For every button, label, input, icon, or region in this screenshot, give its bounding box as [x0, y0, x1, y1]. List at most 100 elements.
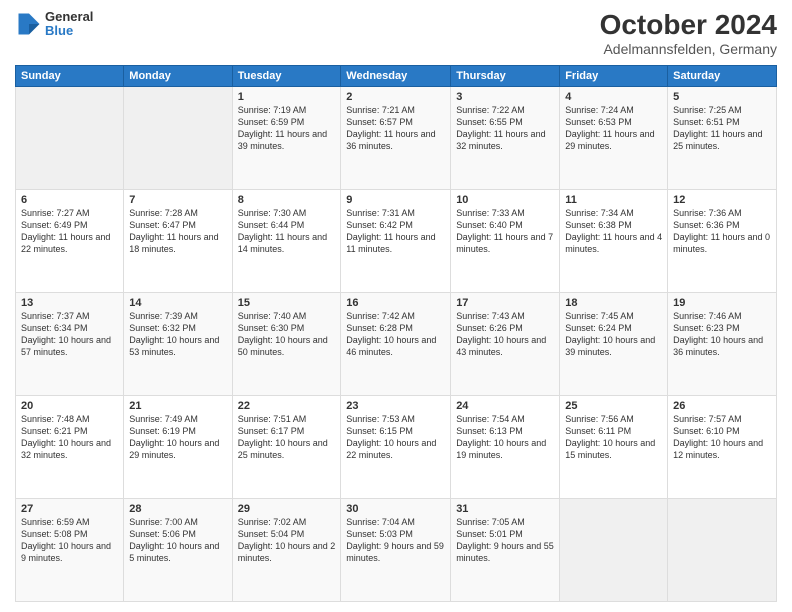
day-cell: 24Sunrise: 7:54 AM Sunset: 6:13 PM Dayli… [451, 395, 560, 498]
day-info: Sunrise: 7:21 AM Sunset: 6:57 PM Dayligh… [346, 104, 445, 153]
day-info: Sunrise: 7:49 AM Sunset: 6:19 PM Dayligh… [129, 413, 226, 462]
day-cell: 3Sunrise: 7:22 AM Sunset: 6:55 PM Daylig… [451, 86, 560, 189]
day-cell: 13Sunrise: 7:37 AM Sunset: 6:34 PM Dayli… [16, 292, 124, 395]
day-info: Sunrise: 7:04 AM Sunset: 5:03 PM Dayligh… [346, 516, 445, 565]
title-block: October 2024 Adelmannsfelden, Germany [600, 10, 777, 57]
day-info: Sunrise: 7:36 AM Sunset: 6:36 PM Dayligh… [673, 207, 771, 256]
day-cell: 19Sunrise: 7:46 AM Sunset: 6:23 PM Dayli… [668, 292, 777, 395]
logo-line2: Blue [45, 24, 93, 38]
day-info: Sunrise: 7:27 AM Sunset: 6:49 PM Dayligh… [21, 207, 118, 256]
calendar-subtitle: Adelmannsfelden, Germany [600, 41, 777, 57]
day-info: Sunrise: 7:25 AM Sunset: 6:51 PM Dayligh… [673, 104, 771, 153]
day-info: Sunrise: 7:56 AM Sunset: 6:11 PM Dayligh… [565, 413, 662, 462]
calendar-table: SundayMondayTuesdayWednesdayThursdayFrid… [15, 65, 777, 602]
header-cell-friday: Friday [560, 65, 668, 86]
day-info: Sunrise: 7:24 AM Sunset: 6:53 PM Dayligh… [565, 104, 662, 153]
day-info: Sunrise: 7:02 AM Sunset: 5:04 PM Dayligh… [238, 516, 336, 565]
day-cell: 15Sunrise: 7:40 AM Sunset: 6:30 PM Dayli… [232, 292, 341, 395]
day-info: Sunrise: 7:31 AM Sunset: 6:42 PM Dayligh… [346, 207, 445, 256]
day-info: Sunrise: 7:28 AM Sunset: 6:47 PM Dayligh… [129, 207, 226, 256]
header-cell-wednesday: Wednesday [341, 65, 451, 86]
day-number: 5 [673, 91, 771, 103]
day-cell: 29Sunrise: 7:02 AM Sunset: 5:04 PM Dayli… [232, 498, 341, 601]
day-number: 29 [238, 503, 336, 515]
header-cell-monday: Monday [124, 65, 232, 86]
day-cell: 12Sunrise: 7:36 AM Sunset: 6:36 PM Dayli… [668, 189, 777, 292]
calendar-title: October 2024 [600, 10, 777, 41]
day-cell: 18Sunrise: 7:45 AM Sunset: 6:24 PM Dayli… [560, 292, 668, 395]
logo-text: General Blue [45, 10, 93, 39]
day-cell: 4Sunrise: 7:24 AM Sunset: 6:53 PM Daylig… [560, 86, 668, 189]
day-number: 2 [346, 91, 445, 103]
day-number: 4 [565, 91, 662, 103]
day-cell: 20Sunrise: 7:48 AM Sunset: 6:21 PM Dayli… [16, 395, 124, 498]
day-cell [16, 86, 124, 189]
logo: General Blue [15, 10, 93, 39]
page: General Blue October 2024 Adelmannsfelde… [0, 0, 792, 612]
day-cell: 14Sunrise: 7:39 AM Sunset: 6:32 PM Dayli… [124, 292, 232, 395]
week-row-5: 27Sunrise: 6:59 AM Sunset: 5:08 PM Dayli… [16, 498, 777, 601]
header: General Blue October 2024 Adelmannsfelde… [15, 10, 777, 57]
day-cell: 23Sunrise: 7:53 AM Sunset: 6:15 PM Dayli… [341, 395, 451, 498]
header-cell-tuesday: Tuesday [232, 65, 341, 86]
day-number: 28 [129, 503, 226, 515]
day-info: Sunrise: 7:19 AM Sunset: 6:59 PM Dayligh… [238, 104, 336, 153]
day-cell: 16Sunrise: 7:42 AM Sunset: 6:28 PM Dayli… [341, 292, 451, 395]
day-cell: 2Sunrise: 7:21 AM Sunset: 6:57 PM Daylig… [341, 86, 451, 189]
day-cell [560, 498, 668, 601]
day-number: 30 [346, 503, 445, 515]
day-info: Sunrise: 7:48 AM Sunset: 6:21 PM Dayligh… [21, 413, 118, 462]
day-number: 17 [456, 297, 554, 309]
day-number: 21 [129, 400, 226, 412]
day-number: 12 [673, 194, 771, 206]
day-info: Sunrise: 7:22 AM Sunset: 6:55 PM Dayligh… [456, 104, 554, 153]
day-number: 11 [565, 194, 662, 206]
day-cell [124, 86, 232, 189]
day-info: Sunrise: 7:30 AM Sunset: 6:44 PM Dayligh… [238, 207, 336, 256]
day-info: Sunrise: 7:34 AM Sunset: 6:38 PM Dayligh… [565, 207, 662, 256]
day-cell [668, 498, 777, 601]
day-number: 3 [456, 91, 554, 103]
day-number: 14 [129, 297, 226, 309]
header-row: SundayMondayTuesdayWednesdayThursdayFrid… [16, 65, 777, 86]
day-number: 8 [238, 194, 336, 206]
day-number: 18 [565, 297, 662, 309]
logo-line1: General [45, 10, 93, 24]
day-cell: 26Sunrise: 7:57 AM Sunset: 6:10 PM Dayli… [668, 395, 777, 498]
day-number: 24 [456, 400, 554, 412]
day-info: Sunrise: 7:33 AM Sunset: 6:40 PM Dayligh… [456, 207, 554, 256]
day-cell: 30Sunrise: 7:04 AM Sunset: 5:03 PM Dayli… [341, 498, 451, 601]
day-cell: 11Sunrise: 7:34 AM Sunset: 6:38 PM Dayli… [560, 189, 668, 292]
calendar-body: 1Sunrise: 7:19 AM Sunset: 6:59 PM Daylig… [16, 86, 777, 601]
week-row-1: 1Sunrise: 7:19 AM Sunset: 6:59 PM Daylig… [16, 86, 777, 189]
day-cell: 9Sunrise: 7:31 AM Sunset: 6:42 PM Daylig… [341, 189, 451, 292]
day-number: 20 [21, 400, 118, 412]
header-cell-saturday: Saturday [668, 65, 777, 86]
day-number: 1 [238, 91, 336, 103]
day-cell: 5Sunrise: 7:25 AM Sunset: 6:51 PM Daylig… [668, 86, 777, 189]
day-info: Sunrise: 7:57 AM Sunset: 6:10 PM Dayligh… [673, 413, 771, 462]
day-info: Sunrise: 7:53 AM Sunset: 6:15 PM Dayligh… [346, 413, 445, 462]
day-number: 31 [456, 503, 554, 515]
day-cell: 10Sunrise: 7:33 AM Sunset: 6:40 PM Dayli… [451, 189, 560, 292]
day-info: Sunrise: 7:05 AM Sunset: 5:01 PM Dayligh… [456, 516, 554, 565]
day-cell: 21Sunrise: 7:49 AM Sunset: 6:19 PM Dayli… [124, 395, 232, 498]
day-info: Sunrise: 7:42 AM Sunset: 6:28 PM Dayligh… [346, 310, 445, 359]
day-number: 26 [673, 400, 771, 412]
day-cell: 27Sunrise: 6:59 AM Sunset: 5:08 PM Dayli… [16, 498, 124, 601]
day-info: Sunrise: 7:00 AM Sunset: 5:06 PM Dayligh… [129, 516, 226, 565]
day-cell: 22Sunrise: 7:51 AM Sunset: 6:17 PM Dayli… [232, 395, 341, 498]
day-cell: 17Sunrise: 7:43 AM Sunset: 6:26 PM Dayli… [451, 292, 560, 395]
day-info: Sunrise: 7:45 AM Sunset: 6:24 PM Dayligh… [565, 310, 662, 359]
day-number: 25 [565, 400, 662, 412]
logo-icon [15, 10, 43, 38]
day-number: 7 [129, 194, 226, 206]
day-number: 10 [456, 194, 554, 206]
day-info: Sunrise: 7:40 AM Sunset: 6:30 PM Dayligh… [238, 310, 336, 359]
day-number: 9 [346, 194, 445, 206]
day-info: Sunrise: 7:43 AM Sunset: 6:26 PM Dayligh… [456, 310, 554, 359]
day-number: 23 [346, 400, 445, 412]
day-info: Sunrise: 6:59 AM Sunset: 5:08 PM Dayligh… [21, 516, 118, 565]
day-info: Sunrise: 7:39 AM Sunset: 6:32 PM Dayligh… [129, 310, 226, 359]
day-cell: 1Sunrise: 7:19 AM Sunset: 6:59 PM Daylig… [232, 86, 341, 189]
